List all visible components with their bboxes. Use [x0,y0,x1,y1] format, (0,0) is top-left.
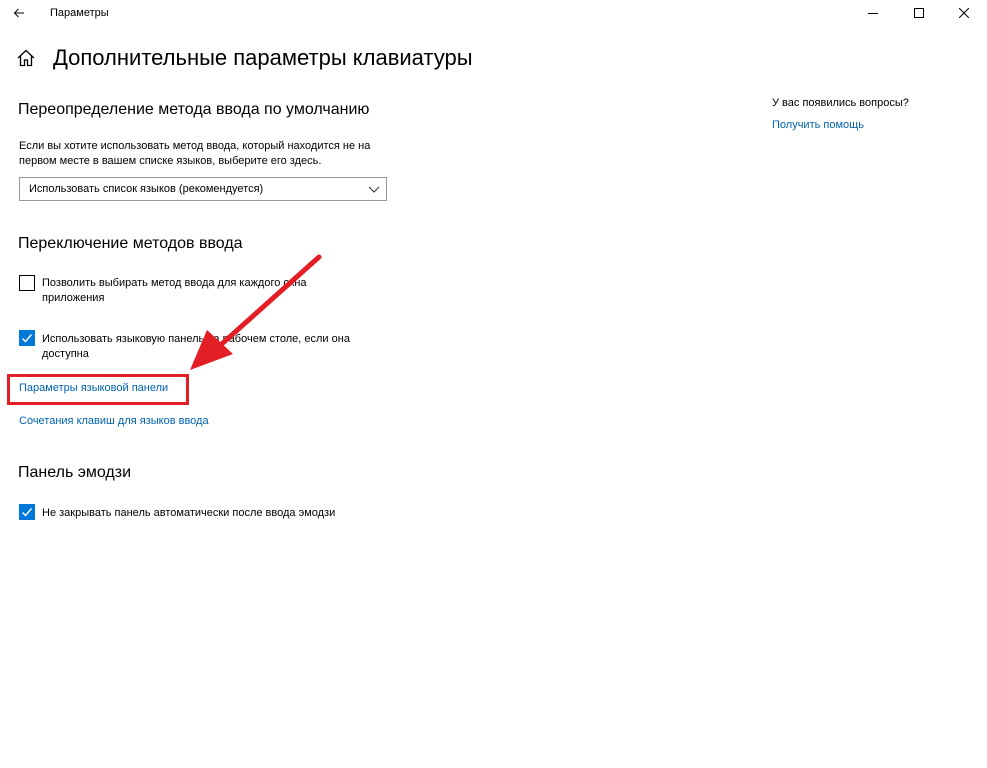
minimize-icon [868,13,878,14]
red-arrow-annotation [190,254,322,370]
emoji-keep-open-label: Не закрывать панель автоматически после … [42,507,336,519]
highlight-box [7,374,189,405]
input-override-description-line2: первом месте в вашем списке языков, выбе… [19,155,322,167]
input-method-dropdown[interactable]: Использовать список языков (рекомендуетс… [19,177,387,201]
close-button[interactable] [941,0,987,26]
dropdown-selected-value: Использовать список языков (рекомендуетс… [29,183,264,195]
language-hotkeys-link[interactable]: Сочетания клавиш для языков ввода [19,415,209,427]
input-override-description-line1: Если вы хотите использовать метод ввода,… [19,140,371,152]
home-button[interactable] [16,48,40,72]
page-title: Дополнительные параметры клавиатуры [53,45,473,70]
close-icon [959,8,969,18]
maximize-icon [914,8,924,18]
maximize-button[interactable] [896,0,942,26]
help-question: У вас появились вопросы? [772,97,909,109]
input-override-description: Если вы хотите использовать метод ввода,… [19,139,370,169]
back-arrow-icon [13,8,24,18]
per-app-input-checkbox[interactable] [19,275,35,291]
title-bar: Параметры [0,0,987,26]
emoji-keep-open-checkbox[interactable] [19,504,35,520]
emoji-heading: Панель эмодзи [18,464,132,481]
back-button[interactable] [6,2,32,24]
minimize-button[interactable] [850,0,896,26]
input-override-heading: Переопределение метода ввода по умолчани… [18,101,370,118]
get-help-link[interactable]: Получить помощь [772,119,864,131]
home-icon [17,49,35,67]
checkmark-icon [22,334,33,343]
chevron-down-icon [368,186,380,193]
language-bar-checkbox[interactable] [19,330,35,346]
window-title: Параметры [50,7,109,19]
checkmark-icon [22,508,33,517]
